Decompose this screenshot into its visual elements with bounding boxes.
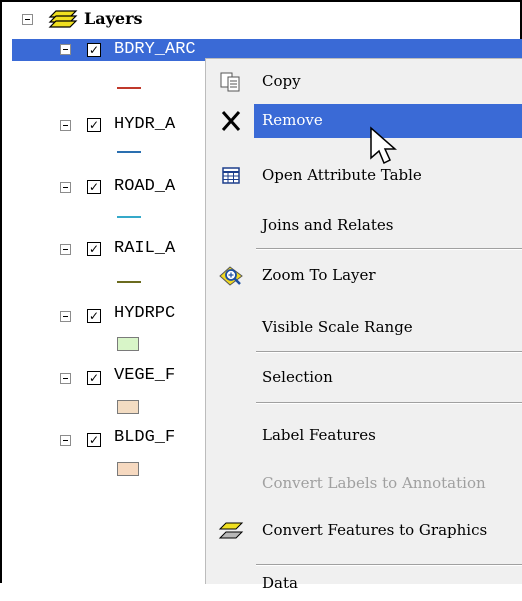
menu-item-selection[interactable]: Selection [206,361,522,395]
zoom-to-layer-icon [219,266,243,286]
layer-expander[interactable] [60,244,71,255]
menu-item-joins-and-relates[interactable]: Joins and Relates [206,209,522,243]
menu-label: Visible Scale Range [262,318,413,336]
menu-item-convert-features-to-graphics[interactable]: Convert Features to Graphics [206,514,522,548]
layer-expander[interactable] [60,311,71,322]
layer-expander[interactable] [60,44,71,55]
layer-name[interactable]: VEGE_F [114,365,175,387]
layer-visibility-checkbox[interactable]: ✓ [87,118,101,132]
menu-item-copy[interactable]: Copy [206,65,522,99]
layer-visibility-checkbox[interactable]: ✓ [87,371,101,385]
layer-symbol-box [117,337,139,351]
layer-symbol-box [117,400,139,414]
layer-visibility-checkbox[interactable]: ✓ [87,180,101,194]
menu-label: Copy [262,72,301,90]
mouse-pointer-icon [370,126,397,165]
layer-symbol-line [117,281,141,283]
menu-separator [256,351,522,353]
menu-item-visible-scale-range[interactable]: Visible Scale Range [206,311,522,345]
menu-label: Convert Labels to Annotation [262,474,486,492]
collapse-root-toggle[interactable] [22,14,33,25]
layer-name[interactable]: HYDR_A [114,114,175,136]
menu-separator [256,248,522,250]
layer-symbol-line [117,87,141,89]
menu-separator [256,564,522,566]
layer-expander[interactable] [60,182,71,193]
copy-icon [220,72,240,92]
menu-item-zoom-to-layer[interactable]: Zoom To Layer [206,259,522,293]
menu-label: Data [262,574,298,592]
menu-label: Remove [262,111,323,129]
layer-visibility-checkbox[interactable]: ✓ [87,43,101,57]
layer-name[interactable]: BDRY_ARC [114,39,196,61]
menu-label: Joins and Relates [262,216,394,234]
layer-visibility-checkbox[interactable]: ✓ [87,242,101,256]
layer-symbol-box [117,462,139,476]
menu-item-convert-labels-to-annotation: Convert Labels to Annotation [206,467,522,501]
layer-expander[interactable] [60,435,71,446]
layer-expander[interactable] [60,120,71,131]
layer-name[interactable]: BLDG_F [114,427,175,449]
table-icon [222,167,240,184]
layer-name[interactable]: ROAD_A [114,176,175,198]
layer-name[interactable]: HYDRPC [114,303,175,325]
menu-label: Selection [262,368,333,386]
menu-item-label-features[interactable]: Label Features [206,419,522,453]
layer-symbol-line [117,216,141,218]
layers-icon [48,10,78,28]
layer-expander[interactable] [60,373,71,384]
menu-item-data[interactable]: Data [206,567,522,601]
remove-icon [221,111,241,131]
menu-separator [256,402,522,404]
root-title: Layers [84,9,143,28]
menu-label: Convert Features to Graphics [262,521,488,539]
menu-item-open-attribute-table[interactable]: Open Attribute Table [206,159,522,193]
menu-label: Label Features [262,426,376,444]
menu-label: Open Attribute Table [262,166,422,184]
convert-graphics-icon [218,522,244,539]
layer-symbol-line [117,151,141,153]
layer-visibility-checkbox[interactable]: ✓ [87,309,101,323]
layer-context-menu: Copy Remove Open Attribute Table Joins a… [205,58,522,592]
layer-visibility-checkbox[interactable]: ✓ [87,433,101,447]
menu-label: Zoom To Layer [262,266,376,284]
layer-name[interactable]: RAIL_A [114,238,175,260]
